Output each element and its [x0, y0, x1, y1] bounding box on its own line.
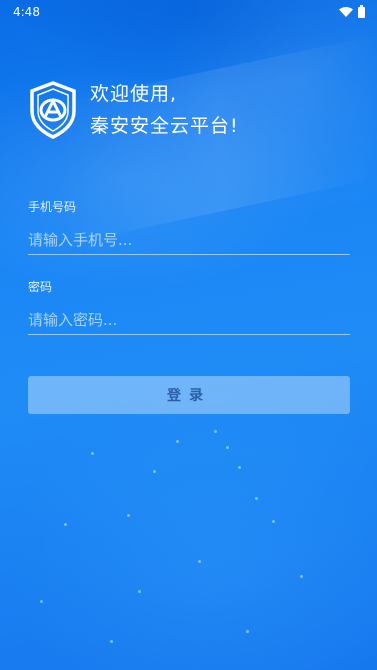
- battery-icon: [358, 4, 365, 18]
- particle: [40, 600, 43, 603]
- particle: [127, 514, 130, 517]
- phone-input[interactable]: [28, 225, 350, 255]
- password-input[interactable]: [28, 305, 350, 335]
- welcome-text: 欢迎使用, 秦安安全云平台!: [90, 78, 239, 142]
- status-bar: 4:48: [0, 0, 377, 24]
- particle: [272, 520, 275, 523]
- password-field: 密码: [28, 278, 350, 335]
- shield-logo-icon: [30, 81, 76, 139]
- welcome-header: 欢迎使用, 秦安安全云平台!: [28, 78, 239, 142]
- particle: [153, 470, 156, 473]
- particle: [176, 440, 179, 443]
- status-time: 4:48: [13, 5, 40, 19]
- particle: [300, 575, 303, 578]
- particle: [198, 560, 201, 563]
- welcome-line-2: 秦安安全云平台!: [90, 115, 239, 137]
- particle: [110, 640, 113, 643]
- particle: [255, 497, 258, 500]
- login-button[interactable]: 登录: [28, 376, 350, 414]
- particle: [91, 452, 94, 455]
- particle: [138, 590, 141, 593]
- particle: [214, 430, 217, 433]
- particle: [64, 523, 67, 526]
- particle: [246, 630, 249, 633]
- particle: [226, 446, 229, 449]
- phone-label: 手机号码: [28, 200, 77, 214]
- particle: [238, 466, 241, 469]
- wifi-icon: [339, 7, 353, 17]
- status-icons: [339, 4, 365, 18]
- phone-field: 手机号码: [28, 198, 350, 255]
- password-label: 密码: [28, 280, 53, 294]
- welcome-line-1: 欢迎使用,: [90, 83, 178, 105]
